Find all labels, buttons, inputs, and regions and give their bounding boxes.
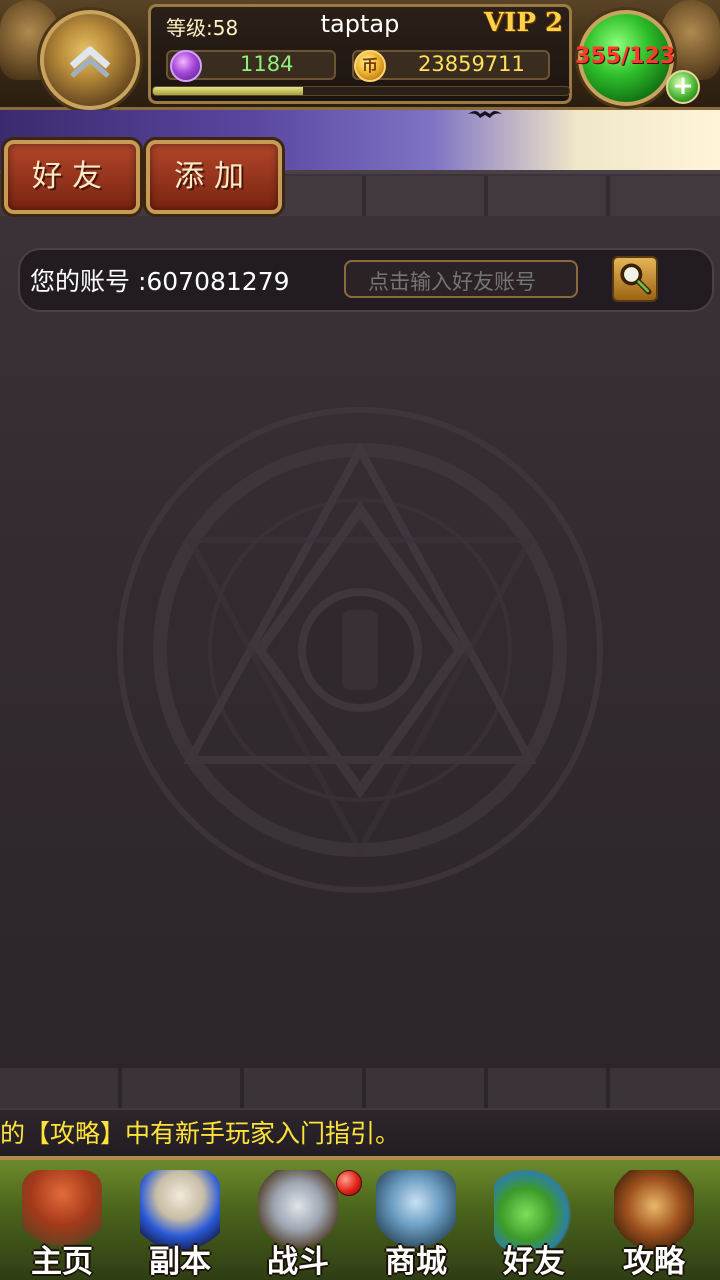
news-ticker-text: 的【攻略】中有新手玩家入门指引。 [0, 1119, 401, 1148]
experience-bar-fill [153, 87, 303, 95]
emblem-watermark-icon [117, 407, 603, 893]
bat-icon [468, 111, 502, 118]
tab-add[interactable]: 添加 [146, 140, 282, 214]
nav-battle-label: 战斗 [267, 1244, 329, 1280]
experience-bar [152, 86, 570, 96]
gold-count: 23859711 [418, 52, 525, 76]
gem-icon [170, 50, 202, 82]
stone-wall-bottom [0, 1068, 720, 1108]
nav-guide[interactable]: 攻略 [598, 1164, 710, 1280]
nav-guide-label: 攻略 [623, 1244, 685, 1280]
notification-dot-icon [336, 1170, 362, 1196]
nav-shop[interactable]: 商城 [360, 1164, 472, 1280]
nav-battle[interactable]: 战斗 [242, 1164, 362, 1280]
gem-count: 1184 [240, 52, 294, 76]
player-level: 等级:58 [166, 16, 239, 40]
nav-shop-label: 商城 [385, 1244, 447, 1280]
gold-coin-icon: 币 [354, 50, 386, 82]
plus-icon: + [672, 71, 694, 101]
stamina-value: 355/123 [575, 44, 675, 69]
player-name: taptap [320, 10, 400, 38]
chevron-up-icon [69, 46, 111, 78]
search-button[interactable] [612, 256, 658, 302]
nav-friends[interactable]: 好友 [478, 1164, 590, 1280]
nav-friends-label: 好友 [503, 1244, 565, 1280]
account-id-label: 您的账号 :607081279 [30, 267, 290, 296]
add-stamina-button[interactable]: + [666, 70, 700, 104]
tab-friends[interactable]: 好友 [4, 140, 140, 214]
nav-dungeon[interactable]: 副本 [124, 1164, 236, 1280]
magnifier-icon [620, 263, 652, 295]
friend-account-input[interactable] [344, 260, 578, 298]
nav-dungeon-label: 副本 [149, 1244, 211, 1280]
nav-home[interactable]: 主页 [6, 1164, 118, 1280]
vip-badge[interactable]: VIP 2 [484, 8, 563, 38]
rank-orb-button[interactable] [40, 10, 140, 110]
nav-home-label: 主页 [31, 1244, 93, 1280]
